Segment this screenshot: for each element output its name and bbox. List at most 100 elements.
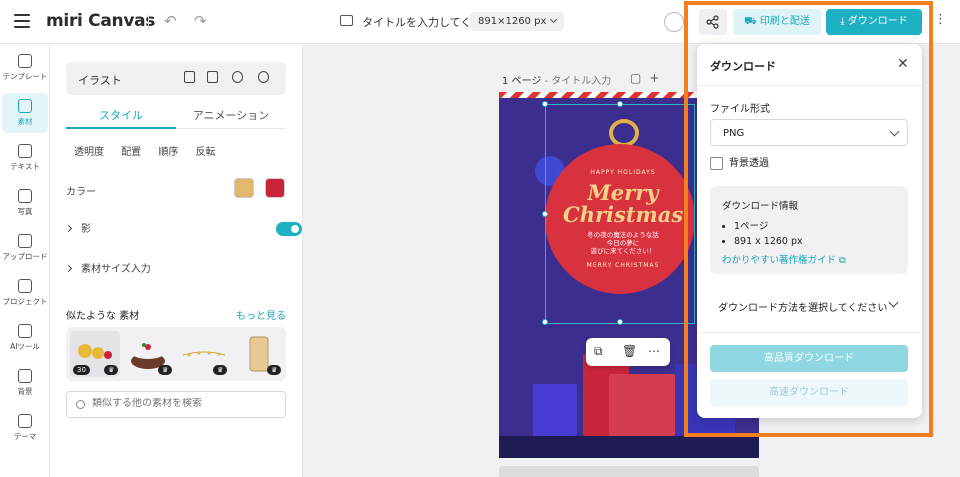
- rail-item-ai-tools[interactable]: AIツール: [2, 318, 48, 358]
- rail-label: テーマ: [13, 432, 37, 441]
- left-rail: テンプレート 素材 テキスト 写真 アップロード プロジェクト AIツール 背景…: [0, 44, 50, 477]
- shadow-toggle[interactable]: [276, 222, 302, 236]
- gift-box: [609, 374, 675, 436]
- color-row: カラー: [66, 178, 286, 200]
- more-options-icon[interactable]: ⋯: [648, 344, 660, 358]
- rail-label: AIツール: [10, 342, 40, 351]
- rail-item-theme[interactable]: テーマ: [2, 408, 48, 448]
- similar-title: 似たような 素材: [66, 311, 140, 322]
- app-logo[interactable]: miri Canvas: [46, 11, 155, 31]
- count-badge: 30: [73, 365, 90, 375]
- color-label: カラー: [66, 187, 96, 198]
- similar-search-input[interactable]: [92, 398, 272, 409]
- properties-panel: イラスト スタイル アニメーション 透明度 配置 順序 反転 カラー 影 素材サ…: [50, 44, 303, 477]
- flip-option[interactable]: 反転: [196, 147, 216, 158]
- size-dropdown[interactable]: 891×1260 px: [470, 12, 565, 31]
- link-icon[interactable]: [232, 71, 243, 83]
- document-title[interactable]: タイトルを入力してく...: [362, 14, 482, 30]
- crown-icon: ♛: [213, 365, 228, 375]
- page-number: 1 ページ: [502, 76, 542, 87]
- resize-handle[interactable]: [542, 319, 548, 325]
- size-input-label: 素材サイズ入力: [81, 264, 151, 275]
- resize-handle[interactable]: [542, 101, 548, 107]
- more-icon[interactable]: ⋮: [934, 12, 947, 27]
- paint-roller-icon[interactable]: [184, 71, 195, 83]
- align-option[interactable]: 配置: [121, 147, 141, 158]
- text-icon: [18, 144, 32, 158]
- rail-item-elements[interactable]: 素材: [2, 93, 48, 133]
- folder-icon[interactable]: [340, 15, 353, 26]
- shadow-label: 影: [81, 224, 91, 235]
- rail-label: 写真: [17, 207, 33, 216]
- see-more-link[interactable]: もっと見る: [236, 307, 286, 322]
- sparkle-icon: [18, 324, 32, 338]
- rail-item-background[interactable]: 背景: [2, 363, 48, 403]
- panel-header: イラスト: [66, 62, 286, 95]
- tab-style[interactable]: スタイル: [66, 107, 176, 123]
- rail-item-project[interactable]: プロジェクト: [2, 273, 48, 313]
- chevron-down-icon: [550, 15, 558, 24]
- similar-header: 似たような 素材 もっと見る: [66, 307, 286, 322]
- tab-indicator: [66, 127, 176, 129]
- undo-icon[interactable]: ↶: [164, 12, 177, 30]
- photo-icon: [18, 189, 32, 203]
- floating-toolbar: ⧉ 🗑 ⋯: [586, 338, 670, 366]
- rail-label: テンプレート: [2, 72, 48, 81]
- thumbnail-bells[interactable]: 30 ♛: [70, 331, 120, 377]
- search-icon: [76, 400, 85, 409]
- rail-label: 素材: [17, 117, 33, 126]
- panel-title: イラスト: [78, 74, 122, 87]
- gift-box: [533, 384, 577, 436]
- color-swatch-red[interactable]: [265, 178, 285, 198]
- rail-item-photos[interactable]: 写真: [2, 183, 48, 223]
- lock-icon[interactable]: [207, 71, 218, 83]
- color-swatch-gold[interactable]: [234, 178, 254, 198]
- add-page-icon[interactable]: +: [649, 71, 659, 85]
- tab-animation[interactable]: アニメーション: [176, 107, 286, 123]
- copy-page-icon[interactable]: ▢: [630, 71, 641, 85]
- add-page-bar[interactable]: [499, 466, 759, 477]
- rail-label: アップロード: [2, 252, 48, 261]
- status-circle-icon[interactable]: [664, 12, 684, 32]
- redo-icon[interactable]: ↷: [194, 12, 207, 30]
- size-label: 891×1260 px: [478, 16, 547, 27]
- rail-item-template[interactable]: テンプレート: [2, 48, 48, 88]
- crown-icon: ♛: [267, 365, 282, 375]
- rail-item-text[interactable]: テキスト: [2, 138, 48, 178]
- template-icon: [18, 54, 32, 68]
- rail-item-upload[interactable]: アップロード: [2, 228, 48, 268]
- style-options: 透明度 配置 順序 反転: [74, 143, 230, 158]
- thumbnail-tag[interactable]: ♛: [233, 331, 283, 377]
- shadow-row[interactable]: 影: [64, 220, 302, 240]
- duplicate-icon[interactable]: ⧉: [594, 344, 603, 359]
- thumbnail-cake[interactable]: ♛: [124, 331, 174, 377]
- palette-icon: [18, 414, 32, 428]
- resize-handle[interactable]: [617, 101, 623, 107]
- project-icon: [18, 279, 32, 293]
- similar-search[interactable]: [66, 391, 286, 418]
- background-icon: [18, 369, 32, 383]
- opacity-option[interactable]: 透明度: [74, 147, 104, 158]
- elements-icon: [18, 99, 32, 113]
- info-icon[interactable]: [258, 71, 269, 83]
- similar-thumbnails: 30 ♛ ♛ ♛ ♛: [66, 327, 286, 381]
- chevron-right-icon: [64, 264, 73, 273]
- menu-icon[interactable]: [14, 14, 30, 28]
- ground: [499, 436, 759, 458]
- resize-handle[interactable]: [617, 319, 623, 325]
- panel-tabs: スタイル アニメーション: [66, 102, 286, 129]
- crown-icon: ♛: [158, 365, 173, 375]
- divider: [148, 14, 149, 30]
- chevron-right-icon: [64, 224, 73, 233]
- selection-box[interactable]: [542, 101, 695, 325]
- order-option[interactable]: 順序: [158, 147, 178, 158]
- size-input-row[interactable]: 素材サイズ入力: [64, 260, 286, 280]
- page-actions: ▢ +: [630, 71, 667, 85]
- resize-handle[interactable]: [542, 211, 548, 217]
- trash-icon[interactable]: 🗑: [622, 344, 637, 358]
- thumbnail-lights[interactable]: ♛: [179, 331, 229, 377]
- crown-icon: ♛: [104, 365, 119, 375]
- page-title-input[interactable]: - タイトル入力: [541, 76, 612, 87]
- rail-label: プロジェクト: [2, 297, 48, 306]
- page-label-bar: 1 ページ - タイトル入力: [502, 72, 611, 87]
